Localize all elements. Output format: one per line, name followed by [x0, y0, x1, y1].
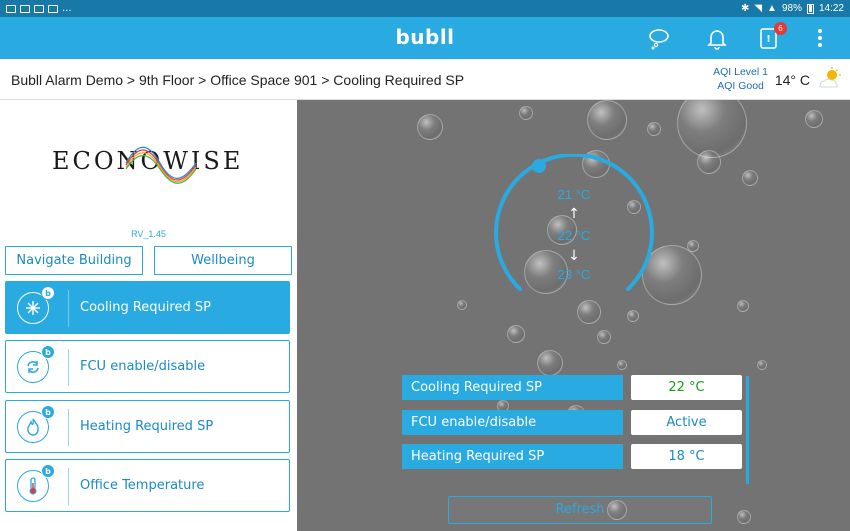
econowise-logo: ECONOWISE: [52, 143, 247, 187]
more-vert-icon[interactable]: [808, 26, 832, 50]
main-panel: 21 °C ↑ 22 °C ↓ 23 °C Cooling Required S…: [297, 100, 850, 531]
gauge-current-value: 22 °C: [557, 228, 591, 243]
breadcrumb[interactable]: Bubll Alarm Demo > 9th Floor > Office Sp…: [11, 72, 464, 88]
divider: [68, 468, 69, 505]
bacnet-badge: b: [41, 286, 55, 300]
row-value: 18 °C: [631, 444, 742, 469]
divider: [68, 290, 69, 327]
wellbeing-button[interactable]: Wellbeing: [154, 246, 292, 275]
bluetooth-icon: ✱: [740, 3, 750, 14]
tablet-alarm-icon[interactable]: ! 6: [757, 22, 787, 50]
row-label: Cooling Required SP: [402, 375, 623, 400]
breadcrumb-bar: Bubll Alarm Demo > 9th Floor > Office Sp…: [0, 59, 850, 100]
increase-arrow-icon[interactable]: ↑: [562, 206, 586, 222]
bacnet-badge: b: [41, 405, 55, 419]
navigate-building-button[interactable]: Navigate Building: [5, 246, 143, 275]
point-item-label: Heating Required SP: [80, 419, 214, 434]
battery-percent: 98%: [781, 3, 802, 14]
point-item-label: Cooling Required SP: [80, 300, 211, 315]
gauge-lower-value: 23 °C: [557, 267, 591, 282]
table-scrollbar[interactable]: [746, 376, 749, 484]
version-label: RV_1.45: [131, 229, 166, 239]
outdoor-temperature: 14° C: [774, 72, 810, 88]
aqi-level: AQI Level 1: [713, 66, 768, 78]
bacnet-badge: b: [41, 464, 55, 478]
gauge-upper-value: 21 °C: [557, 187, 591, 202]
row-label: Heating Required SP: [402, 444, 623, 469]
signal-icon: ▲: [767, 3, 777, 14]
row-value: 22 °C: [631, 375, 742, 400]
chat-bubble-icon[interactable]: [647, 26, 671, 50]
sidebar: ECONOWISE RV_1.45 Navigate Building Well…: [0, 100, 297, 531]
wifi-icon: ◥: [754, 3, 763, 14]
svg-text:!: !: [766, 34, 771, 45]
gauge-handle[interactable]: [532, 159, 546, 173]
clock: 14:22: [818, 3, 844, 14]
more-notifications: ...: [62, 3, 72, 14]
point-item-label: FCU enable/disable: [80, 359, 206, 374]
point-item-fcu-enable-disable[interactable]: b FCU enable/disable: [5, 340, 290, 393]
point-item-office-temperature[interactable]: b Office Temperature: [5, 459, 290, 512]
bell-icon[interactable]: [705, 26, 729, 50]
screenshot-notification-icon: [34, 4, 44, 13]
point-item-heating-required-sp[interactable]: b Heating Required SP: [5, 400, 290, 453]
divider: [68, 409, 69, 446]
status-bar: ... ✱ ◥ ▲ 98% 14:22: [0, 0, 850, 17]
setpoint-gauge[interactable]: 21 °C ↑ 22 °C ↓ 23 °C: [492, 152, 656, 294]
aqi-info: AQI Level 1 AQI Good: [713, 65, 768, 93]
alarm-count-badge: 6: [774, 22, 787, 35]
decrease-arrow-icon[interactable]: ↓: [562, 248, 586, 264]
refresh-button[interactable]: Refresh: [448, 496, 712, 524]
message-notification-icon: [48, 4, 58, 13]
point-item-label: Office Temperature: [80, 478, 205, 493]
row-label: FCU enable/disable: [402, 410, 623, 435]
point-item-cooling-required-sp[interactable]: b Cooling Required SP: [5, 281, 290, 334]
app-bar: bubll ! 6: [0, 17, 850, 59]
row-value: Active: [631, 410, 742, 435]
battery-icon: [806, 3, 814, 14]
gallery-notification-icon: [20, 4, 30, 13]
notification-icons: ...: [6, 3, 72, 14]
partly-cloudy-icon: [816, 66, 842, 92]
aqi-status: AQI Good: [717, 80, 764, 92]
image-notification-icon: [6, 4, 16, 13]
bacnet-badge: b: [41, 345, 55, 359]
divider: [68, 349, 69, 386]
